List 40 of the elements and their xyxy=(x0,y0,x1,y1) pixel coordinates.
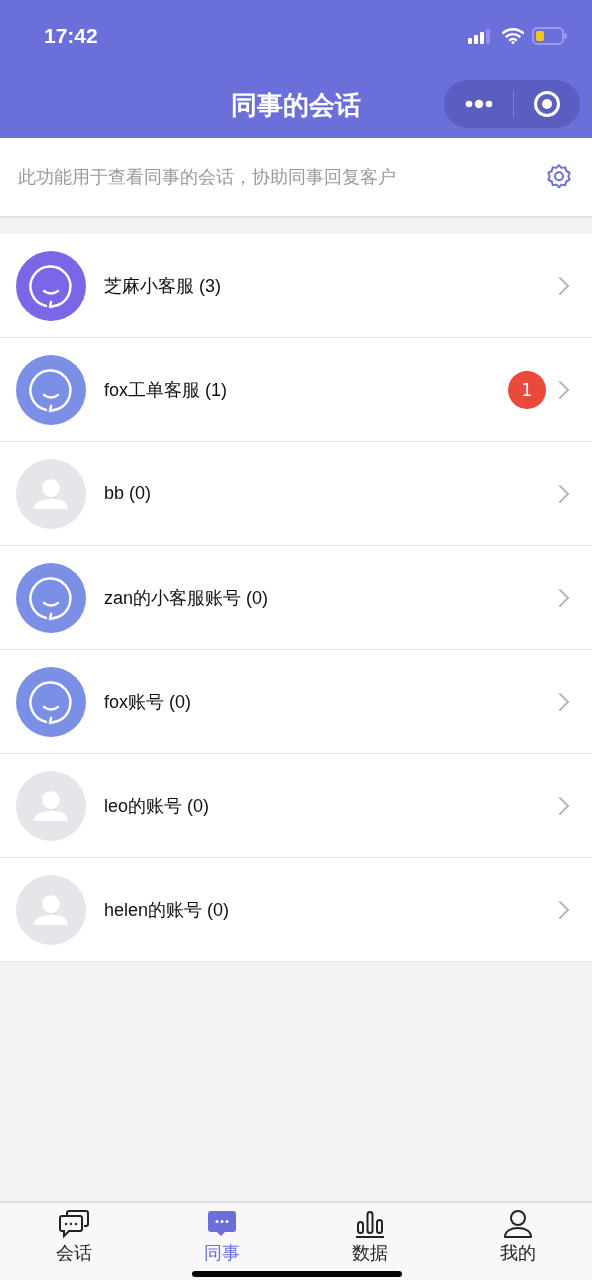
colleague-row[interactable]: fox工单客服 (1) 1 xyxy=(0,338,592,442)
person-avatar-icon xyxy=(16,874,86,945)
wifi-icon xyxy=(502,28,524,44)
notice-text: 此功能用于查看同事的会话，协助同事回复客户 xyxy=(18,165,396,189)
colleague-row[interactable]: 芝麻小客服 (3) xyxy=(0,234,592,338)
bar-chart-icon xyxy=(354,1209,386,1239)
chat-bubble-icon xyxy=(206,1209,238,1239)
tab-item[interactable]: 数据 xyxy=(296,1203,444,1280)
person-avatar-icon xyxy=(16,458,86,529)
tab-item[interactable]: 同事 xyxy=(148,1203,296,1280)
colleague-name: leo的账号 (0) xyxy=(104,794,211,818)
colleague-name: 芝麻小客服 (3) xyxy=(104,274,222,298)
more-icon[interactable] xyxy=(463,99,494,109)
chevron-icon xyxy=(558,899,570,920)
battery-icon xyxy=(532,27,568,45)
chevron-icon xyxy=(558,795,570,816)
colleague-name: zan的小客服账号 (0) xyxy=(104,586,270,610)
colleague-row[interactable]: fox账号 (0) xyxy=(0,650,592,754)
chevron-icon xyxy=(558,379,570,400)
status-time: 17:42 xyxy=(44,24,98,48)
colleague-name: fox工单客服 (1) xyxy=(104,378,228,402)
user-icon xyxy=(502,1209,534,1239)
colleague-row[interactable]: leo的账号 (0) xyxy=(0,754,592,858)
unread-badge: 1 xyxy=(508,370,546,409)
page-title: 同事的会话 xyxy=(231,88,361,122)
colleague-name: fox账号 (0) xyxy=(104,690,192,714)
chevron-icon xyxy=(558,587,570,608)
colleague-row[interactable]: helen的账号 (0) xyxy=(0,858,592,962)
tab-item[interactable]: 会话 xyxy=(0,1203,148,1280)
chevron-icon xyxy=(558,275,570,296)
colleague-name: bb (0) xyxy=(104,483,153,504)
colleague-row[interactable]: zan的小客服账号 (0) xyxy=(0,546,592,650)
chevron-icon xyxy=(558,483,570,504)
person-avatar-icon xyxy=(16,770,86,841)
close-icon[interactable] xyxy=(532,90,561,118)
tab-item[interactable]: 我的 xyxy=(444,1203,592,1280)
colleague-name: helen的账号 (0) xyxy=(104,898,231,922)
chevron-icon xyxy=(558,691,570,712)
chat-bubbles-icon xyxy=(58,1209,90,1239)
colleague-row[interactable]: bb (0) xyxy=(0,442,592,546)
